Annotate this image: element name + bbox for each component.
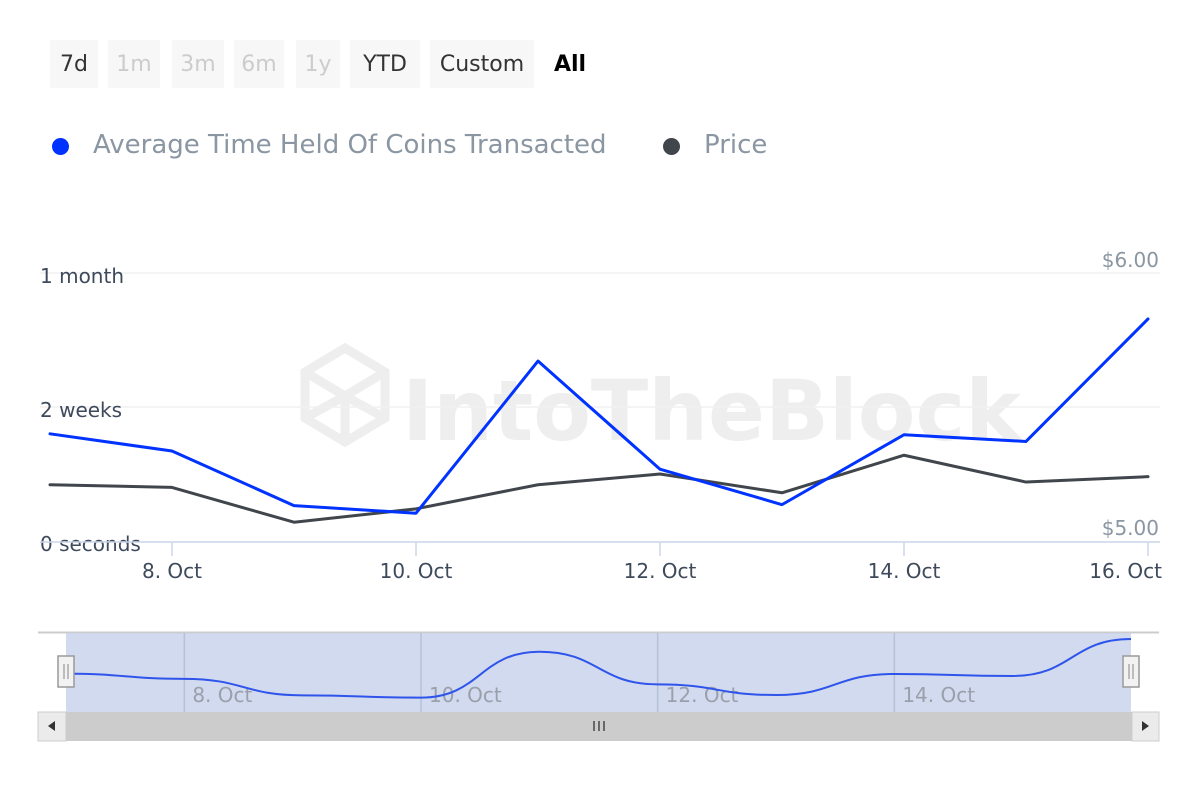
- y-left-tick-label: 0 seconds: [40, 532, 141, 556]
- watermark-text: IntoTheBlock: [402, 362, 1023, 460]
- navigator-tick-label: 14. Oct: [902, 683, 975, 707]
- y-right-tick-label: $6.00: [1102, 248, 1159, 272]
- x-tick-label: 12. Oct: [624, 559, 697, 583]
- scrollbar-right-button[interactable]: [1131, 711, 1160, 742]
- watermark: IntoTheBlock: [300, 342, 1023, 460]
- chart-area: IntoTheBlock 0 seconds 2 weeks 1 month $5.0…: [37, 248, 1162, 742]
- navigator[interactable]: 8. Oct 10. Oct 12. Oct 14. Oct: [37, 631, 1160, 742]
- y-left-tick-label: 2 weeks: [40, 398, 122, 422]
- y-right-tick-label: $5.00: [1102, 516, 1159, 540]
- watermark-logo-icon: [300, 342, 390, 448]
- series-line-price[interactable]: [48, 453, 1150, 524]
- x-tick-label: 10. Oct: [380, 559, 453, 583]
- x-tick-label: 8. Oct: [142, 559, 202, 583]
- y-left-tick-label: 1 month: [40, 264, 124, 288]
- scrollbar[interactable]: [37, 711, 1160, 742]
- x-tick-label: 14. Oct: [868, 559, 941, 583]
- navigator-handle-left[interactable]: [57, 655, 75, 688]
- x-tick-label: 16. Oct: [1089, 559, 1162, 583]
- navigator-handle-right[interactable]: [1122, 655, 1140, 688]
- scrollbar-left-button[interactable]: [37, 711, 67, 742]
